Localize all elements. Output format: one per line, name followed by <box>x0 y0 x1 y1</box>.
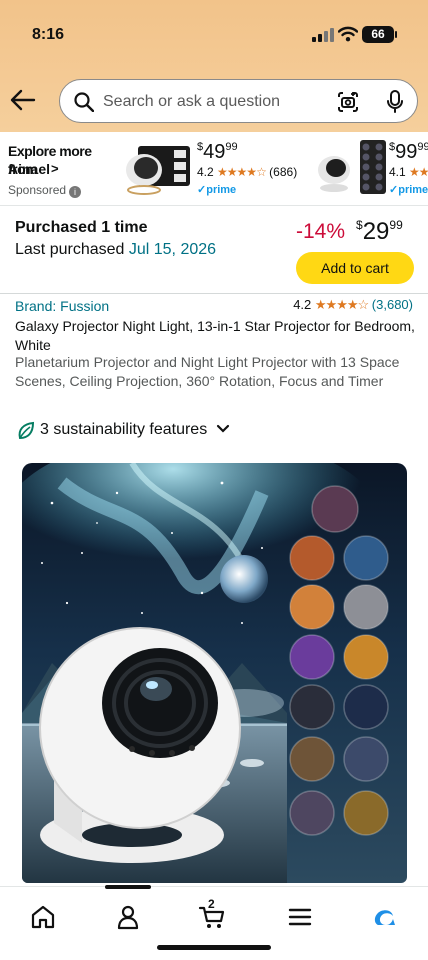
last-purchased-date-link[interactable]: Jul 15, 2026 <box>129 241 216 258</box>
status-bar: 8:16 66 <box>0 22 428 48</box>
prime-badge: ✓prime <box>197 184 237 196</box>
ad-product-price[interactable]: $4999 <box>197 141 238 164</box>
ad-product-rating: 4.2 ★★★★☆ (686) <box>197 165 298 179</box>
sponsored-label[interactable]: Sponsored i <box>8 183 82 198</box>
info-icon[interactable]: i <box>69 186 82 198</box>
camera-search-icon[interactable] <box>336 90 360 114</box>
discount-percent: -14% <box>296 220 346 243</box>
purchase-count: Purchased 1 time <box>15 219 148 236</box>
cart-count-badge: 2 <box>208 897 215 911</box>
prime-badge: ✓prime <box>389 184 428 196</box>
search-placeholder[interactable]: Search or ask a question <box>103 93 280 111</box>
cellular-signal-icon <box>312 28 334 42</box>
ad-product-image[interactable] <box>122 140 194 196</box>
microphone-icon[interactable] <box>386 90 404 114</box>
home-icon[interactable] <box>29 903 57 931</box>
product-image[interactable] <box>22 463 407 883</box>
clock: 8:16 <box>32 26 65 43</box>
search-bar[interactable]: Search or ask a question <box>59 79 418 123</box>
product-photo <box>22 463 407 883</box>
sustainability-features-toggle[interactable]: 3 sustainability features <box>15 421 230 439</box>
brand-link[interactable]: Brand: Fussion <box>15 298 109 314</box>
back-arrow-icon[interactable] <box>10 88 36 112</box>
add-to-cart-button[interactable]: Add to cart <box>296 252 414 284</box>
star-rating-icon: ★★★★☆ <box>314 297 369 312</box>
chevron-right-icon: > <box>51 161 59 176</box>
home-indicator <box>157 945 271 950</box>
ai-assistant-icon[interactable] <box>371 903 399 931</box>
ad-product-image[interactable] <box>316 138 388 196</box>
account-icon[interactable] <box>114 903 142 931</box>
search-icon <box>74 92 94 112</box>
current-price: $2999 <box>356 218 403 245</box>
ad-product-rating: 4.1 ★★★★ <box>389 165 428 179</box>
ad-brand-link[interactable]: Ainael <box>8 161 50 177</box>
projector-device <box>39 627 241 863</box>
active-tab-indicator <box>105 885 151 889</box>
wifi-icon <box>338 26 358 42</box>
product-rating[interactable]: 4.2 ★★★★☆ (3,680) <box>293 297 413 313</box>
header: 8:16 66 Search or ask a question <box>0 0 428 132</box>
last-purchased: Last purchased Jul 15, 2026 <box>15 241 217 258</box>
product-subtitle: Planetarium Projector and Night Light Pr… <box>15 354 400 389</box>
battery-icon: 66 <box>362 26 397 43</box>
product-title: Galaxy Projector Night Light, 13-in-1 St… <box>15 318 415 353</box>
chevron-down-icon <box>216 424 229 433</box>
menu-icon[interactable] <box>286 903 314 931</box>
ad-product-price[interactable]: $9999 <box>389 141 428 164</box>
purchase-history-panel: Purchased 1 time Last purchased Jul 15, … <box>0 206 428 294</box>
bottom-tab-bar: 2 <box>0 885 428 960</box>
